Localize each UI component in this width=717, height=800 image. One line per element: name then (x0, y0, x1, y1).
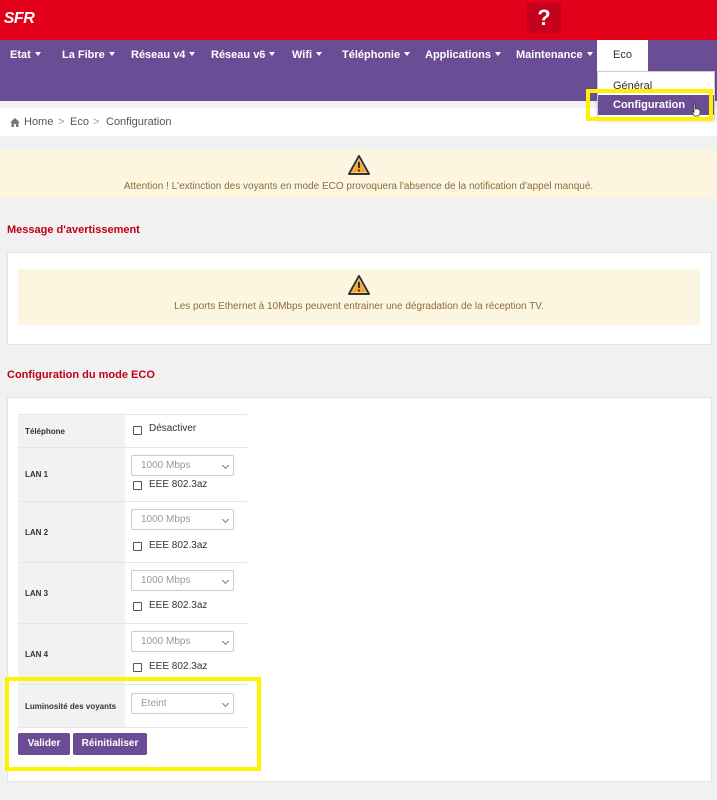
nav-item-eco[interactable]: Eco (597, 40, 648, 71)
caret-down-icon (269, 52, 276, 57)
breadcrumb-current: Configuration (106, 116, 172, 128)
nav-item-reseau-v6[interactable]: Réseau v6 (211, 40, 276, 71)
breadcrumb-home[interactable]: Home (24, 108, 53, 136)
help-button[interactable]: ? (527, 3, 561, 33)
lan-4-label: LAN 4 (18, 624, 125, 684)
top-banner: SFR ? (0, 0, 717, 40)
lan-1-eee-label: EEE 802.3az (149, 479, 208, 490)
caret-down-icon (108, 52, 115, 57)
lan-3-row: LAN 3 1000 Mbps EEE 802.3az (18, 562, 247, 623)
telephone-row: Téléphone Désactiver (18, 414, 247, 447)
caret-down-icon (495, 52, 502, 57)
nav-item-reseau-v4[interactable]: Réseau v4 (131, 40, 196, 71)
nav-item-maintenance[interactable]: Maintenance (516, 40, 593, 71)
lan-1-label: LAN 1 (18, 448, 125, 501)
telephone-disable-label: Désactiver (149, 423, 197, 434)
caret-down-icon (316, 52, 323, 57)
ethernet-warning-alert: Les ports Ethernet à 10Mbps peuvent entr… (18, 269, 700, 325)
warning-section-title: Message d'avertissement (7, 224, 140, 236)
lan-3-speed-select[interactable]: 1000 Mbps (131, 570, 234, 591)
highlight-brightness-and-buttons (5, 677, 261, 771)
caret-down-icon (34, 52, 41, 57)
chevron-down-icon (221, 576, 230, 585)
lan-4-eee-label: EEE 802.3az (149, 661, 208, 672)
caret-down-icon (404, 52, 411, 57)
lan-2-speed-select[interactable]: 1000 Mbps (131, 509, 234, 530)
lan-4-row: LAN 4 1000 Mbps EEE 802.3az (18, 623, 247, 684)
telephone-disable-checkbox[interactable] (133, 426, 142, 435)
chevron-down-icon (221, 515, 230, 524)
eco-config-section-title: Configuration du mode ECO (7, 369, 155, 381)
sfr-logo[interactable]: SFR (0, 0, 38, 38)
chevron-down-icon (221, 637, 230, 646)
nav-item-etat[interactable]: Etat (10, 40, 41, 71)
lan-2-row: LAN 2 1000 Mbps EEE 802.3az (18, 501, 247, 562)
eco-attention-alert: Attention ! L'extinction des voyants en … (0, 150, 717, 198)
breadcrumb-eco[interactable]: Eco (70, 108, 89, 136)
ethernet-warning-text: Les ports Ethernet à 10Mbps peuvent entr… (174, 301, 544, 312)
hand-cursor-icon (691, 103, 701, 117)
nav-item-telephonie[interactable]: Téléphonie (342, 40, 411, 71)
lan-2-label: LAN 2 (18, 502, 125, 562)
warning-icon (348, 275, 370, 295)
lan-1-row: LAN 1 1000 Mbps EEE 802.3az (18, 447, 247, 501)
lan-2-eee-label: EEE 802.3az (149, 540, 208, 551)
home-icon (10, 118, 20, 127)
lan-3-eee-label: EEE 802.3az (149, 600, 208, 611)
chevron-down-icon (221, 461, 230, 470)
nav-item-la-fibre[interactable]: La Fibre (62, 40, 115, 71)
telephone-label: Téléphone (18, 415, 125, 447)
caret-down-icon (586, 52, 593, 57)
caret-down-icon (189, 52, 196, 57)
eco-attention-text: Attention ! L'extinction des voyants en … (123, 181, 594, 192)
lan-1-eee-checkbox[interactable] (133, 481, 142, 490)
lan-2-eee-checkbox[interactable] (133, 542, 142, 551)
lan-3-eee-checkbox[interactable] (133, 602, 142, 611)
lan-4-speed-select[interactable]: 1000 Mbps (131, 631, 234, 652)
breadcrumb-separator: > (93, 116, 100, 128)
nav-item-wifi[interactable]: Wifi (292, 40, 323, 71)
lan-4-eee-checkbox[interactable] (133, 663, 142, 672)
warning-icon (348, 155, 370, 175)
breadcrumb-separator: > (58, 116, 65, 128)
lan-1-speed-select[interactable]: 1000 Mbps (131, 455, 234, 476)
nav-item-applications[interactable]: Applications (425, 40, 502, 71)
lan-3-label: LAN 3 (18, 563, 125, 623)
